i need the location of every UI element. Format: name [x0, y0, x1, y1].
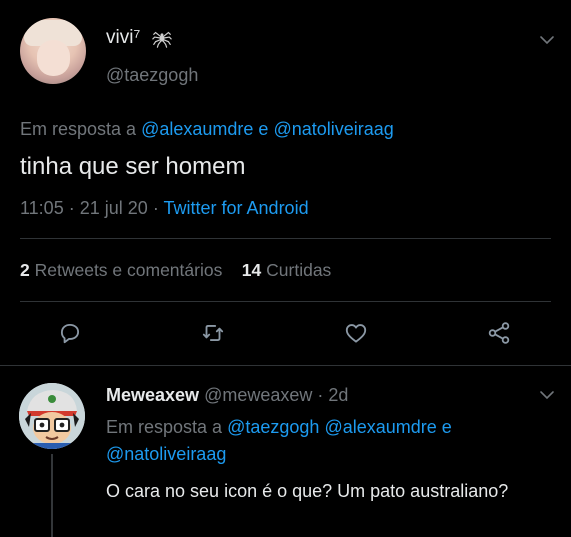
mention-conjunction: e: [441, 417, 452, 437]
thread-line: [51, 454, 53, 537]
reply-prefix: Em resposta a: [20, 119, 137, 139]
reply-header: Meweaxew @meweaxew · 2d: [106, 385, 348, 406]
tweet-meta: 11:05 · 21 jul 20 · Twitter for Android: [20, 198, 309, 219]
display-name[interactable]: Meweaxew: [106, 385, 199, 405]
mention-link[interactable]: @natoliveiraag: [273, 119, 393, 139]
like-icon[interactable]: [343, 320, 369, 346]
likes-count: 14: [241, 260, 262, 280]
reply-context: Em resposta a @taezgogh @alexaumdre e @n…: [106, 414, 546, 468]
tweet-date[interactable]: 21 jul 20: [80, 198, 148, 218]
mention-link[interactable]: @alexaumdre: [141, 119, 253, 139]
retweets-stat[interactable]: 2 Retweets e comentários: [20, 260, 222, 280]
spider-icon: [152, 31, 172, 48]
section-divider: [0, 365, 571, 366]
reply-icon[interactable]: [57, 320, 83, 346]
mention-link[interactable]: @natoliveiraag: [106, 444, 226, 464]
mention-conjunction: e: [258, 119, 269, 139]
likes-stat[interactable]: 14 Curtidas: [242, 260, 332, 280]
main-tweet: vivi⁷ @taezgogh Em resposta a @alexaumdr…: [0, 0, 571, 365]
mention-link[interactable]: @taezgogh: [227, 417, 319, 437]
meta-separator: ·: [317, 385, 324, 405]
tweet-source[interactable]: Twitter for Android: [164, 198, 309, 218]
display-name[interactable]: vivi⁷: [106, 27, 140, 49]
likes-label: Curtidas: [266, 260, 332, 280]
avatar-illustration: [19, 383, 85, 449]
retweets-label: Retweets e comentários: [34, 260, 223, 280]
tweet-time[interactable]: 2d: [328, 385, 348, 405]
handle[interactable]: @meweaxew: [204, 385, 312, 405]
reply-context: Em resposta a @alexaumdre e @natoliveira…: [20, 119, 394, 140]
mention-link[interactable]: @alexaumdre: [324, 417, 436, 437]
retweets-count: 2: [20, 260, 30, 280]
avatar-face: [37, 40, 70, 76]
chevron-down-icon[interactable]: [539, 34, 555, 46]
share-icon[interactable]: [486, 320, 512, 346]
avatar[interactable]: [19, 383, 85, 449]
meta-separator: ·: [152, 198, 159, 218]
tweet-time[interactable]: 11:05: [20, 198, 64, 218]
tweet-stats: 2 Retweets e comentários 14 Curtidas: [20, 260, 331, 281]
divider: [20, 238, 551, 239]
chevron-down-icon[interactable]: [539, 389, 555, 401]
handle[interactable]: @taezgogh: [106, 65, 198, 86]
retweet-icon[interactable]: [200, 320, 226, 346]
meta-separator: ·: [68, 198, 75, 218]
tweet-text: tinha que ser homem: [20, 153, 246, 180]
divider: [20, 301, 551, 302]
tweet-text: O cara no seu icon é o que? Um pato aust…: [106, 481, 509, 501]
avatar[interactable]: [20, 18, 86, 84]
reply-prefix: Em resposta a: [106, 417, 223, 437]
